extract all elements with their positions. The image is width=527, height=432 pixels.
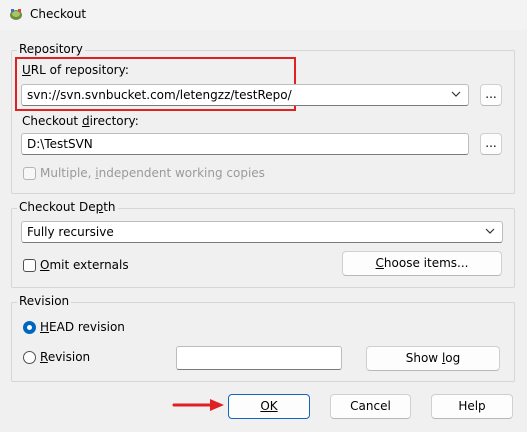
dir-browse-button[interactable]: ... (480, 133, 502, 155)
omit-externals-label: Omit externals (40, 258, 129, 272)
chevron-down-icon[interactable] (450, 88, 462, 100)
omit-externals-checkbox[interactable] (23, 259, 36, 272)
revision-input[interactable] (176, 346, 342, 370)
window-title: Checkout (30, 7, 87, 21)
choose-items-button[interactable]: Choose items... (342, 251, 502, 276)
ok-label: OK (260, 399, 278, 413)
revision-legend: Revision (17, 294, 72, 308)
head-revision-label: HEAD revision (40, 320, 125, 334)
checkout-depth-combobox[interactable]: Fully recursive (21, 221, 503, 243)
checkout-depth-value: Fully recursive (27, 225, 114, 239)
chevron-down-icon[interactable] (484, 225, 496, 237)
repository-legend: Repository (17, 42, 85, 56)
url-value: svn://svn.svnbucket.com/letengzz/testRep… (27, 88, 292, 102)
multiple-working-copies-label: Multiple, independent working copies (40, 166, 265, 180)
checkout-dir-label: Checkout directory: (22, 114, 139, 128)
tortoisesvn-icon (10, 9, 22, 20)
show-log-button[interactable]: Show log (366, 346, 500, 371)
url-combobox[interactable]: svn://svn.svnbucket.com/letengzz/testRep… (21, 84, 469, 106)
cancel-button[interactable]: Cancel (330, 394, 411, 419)
checkout-depth-group (11, 208, 515, 288)
multiple-working-copies-checkbox[interactable] (23, 167, 36, 180)
url-browse-button[interactable]: ... (480, 84, 502, 106)
checkout-depth-legend: Checkout Depth (17, 200, 118, 214)
arrow-right-icon (172, 399, 224, 411)
revision-label: Revision (40, 350, 91, 364)
revision-radio[interactable] (23, 351, 36, 364)
ok-button[interactable]: OK (228, 394, 310, 419)
title-bar: Checkout (0, 0, 527, 30)
help-button[interactable]: Help (431, 394, 513, 419)
checkout-dir-field[interactable]: D:\TestSVN (21, 133, 469, 155)
head-revision-radio[interactable] (23, 321, 36, 334)
checkout-dir-value: D:\TestSVN (27, 137, 93, 151)
